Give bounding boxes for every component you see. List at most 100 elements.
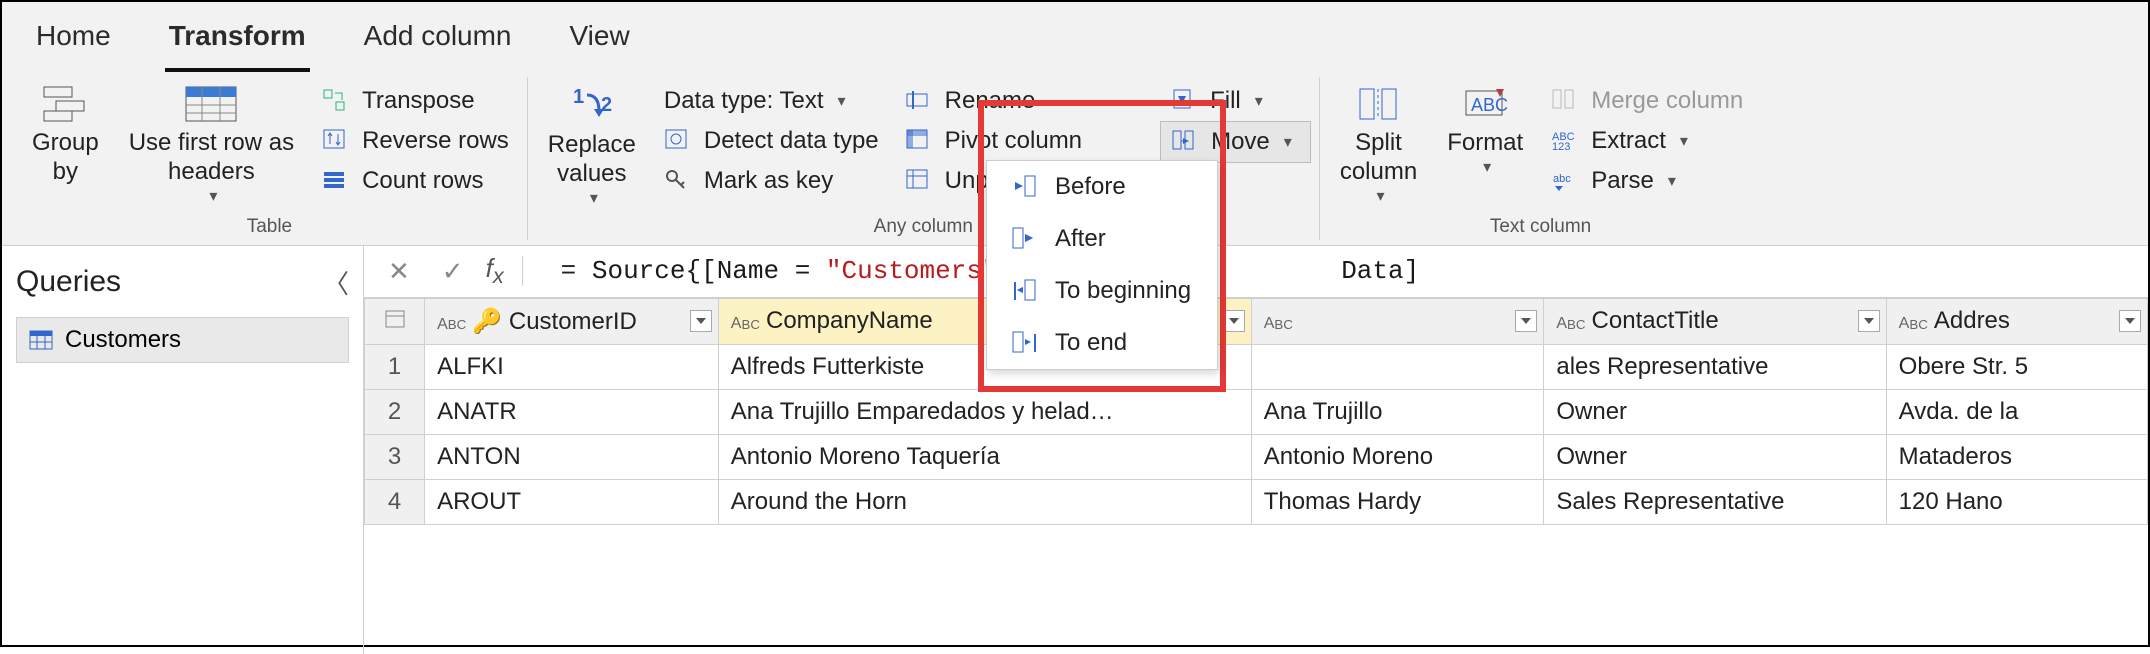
- row-number[interactable]: 4: [365, 479, 425, 524]
- cell[interactable]: Obere Str. 5: [1886, 344, 2147, 389]
- formula-accept-button[interactable]: ✓: [432, 252, 474, 291]
- query-item-customers[interactable]: Customers: [16, 317, 349, 363]
- cell[interactable]: Ana Trujillo Emparedados y helad…: [718, 389, 1251, 434]
- detect-data-type-button[interactable]: Detect data type: [654, 121, 889, 161]
- extract-button[interactable]: ABC123 Extract ▾: [1541, 121, 1753, 161]
- tab-transform[interactable]: Transform: [165, 12, 310, 72]
- pivot-icon: [905, 128, 935, 154]
- unpivot-icon: [905, 168, 935, 194]
- count-rows-icon: [322, 168, 352, 194]
- cell[interactable]: Antonio Moreno: [1251, 434, 1544, 479]
- move-to-end-item[interactable]: To end: [987, 317, 1217, 369]
- fill-button[interactable]: Fill ▾: [1160, 81, 1311, 121]
- move-before-label: Before: [1055, 173, 1126, 201]
- cell[interactable]: Around the Horn: [718, 479, 1251, 524]
- main-area: ✕ ✓ fx = Source{[Name = "Customers", Sig…: [364, 246, 2148, 654]
- group-text-column: Split column ▾ ABC Format ▾ Merge column…: [1320, 77, 1761, 240]
- format-button[interactable]: ABC Format ▾: [1435, 81, 1535, 181]
- column-header[interactable]: ABCContactTitle: [1544, 298, 1886, 344]
- tab-add-column[interactable]: Add column: [360, 12, 516, 72]
- formula-text[interactable]: = Source{[Name = "Customers", Sig Data]: [541, 256, 1420, 286]
- cell[interactable]: Thomas Hardy: [1251, 479, 1544, 524]
- filter-button[interactable]: [690, 310, 712, 332]
- move-button[interactable]: Move ▾: [1160, 121, 1311, 163]
- row-number[interactable]: 2: [365, 389, 425, 434]
- filter-button[interactable]: [1858, 310, 1880, 332]
- cell[interactable]: ALFKI: [425, 344, 719, 389]
- filter-button[interactable]: [1515, 310, 1537, 332]
- reverse-rows-label: Reverse rows: [362, 127, 509, 155]
- chevron-down-icon: ▾: [1376, 187, 1384, 206]
- move-after-item[interactable]: After: [987, 213, 1217, 265]
- group-by-button[interactable]: Group by: [20, 81, 111, 191]
- parse-button[interactable]: abc Parse ▾: [1541, 161, 1753, 201]
- collapse-queries-icon[interactable]: 〈: [323, 264, 349, 301]
- row-number[interactable]: 3: [365, 434, 425, 479]
- tab-home[interactable]: Home: [32, 12, 115, 72]
- parse-label: Parse: [1591, 167, 1654, 195]
- data-type-button[interactable]: Data type: Text ▾: [654, 81, 889, 121]
- merge-columns-button[interactable]: Merge column: [1541, 81, 1753, 121]
- cell[interactable]: Ana Trujillo: [1251, 389, 1544, 434]
- fx-icon[interactable]: fx: [486, 253, 504, 289]
- cell[interactable]: Antonio Moreno Taquería: [718, 434, 1251, 479]
- column-header[interactable]: ABCAddres: [1886, 298, 2147, 344]
- reverse-rows-button[interactable]: Reverse rows: [312, 121, 519, 161]
- formula-p3: Data]: [1341, 256, 1419, 286]
- move-to-beginning-label: To beginning: [1055, 277, 1191, 305]
- formula-p1: Source{[Name =: [592, 256, 826, 286]
- chevron-down-icon: ▾: [1483, 158, 1491, 177]
- mark-as-key-button[interactable]: Mark as key: [654, 161, 889, 201]
- formula-bar: ✕ ✓ fx = Source{[Name = "Customers", Sig…: [364, 246, 2148, 298]
- tab-view[interactable]: View: [566, 12, 634, 72]
- pivot-column-button[interactable]: Pivot column: [895, 121, 1154, 161]
- cell[interactable]: ANATR: [425, 389, 719, 434]
- split-column-button[interactable]: Split column ▾: [1328, 81, 1429, 210]
- column-header[interactable]: ABC🔑 CustomerID: [425, 298, 719, 344]
- corner-cell[interactable]: [365, 298, 425, 344]
- svg-text:ABC: ABC: [1471, 95, 1508, 115]
- replace-values-icon: 12: [569, 85, 615, 125]
- column-name: CompanyName: [766, 307, 933, 334]
- group-by-icon: [42, 85, 88, 123]
- transpose-button[interactable]: Transpose: [312, 81, 519, 121]
- rename-button[interactable]: Rename: [895, 81, 1154, 121]
- cell[interactable]: Mataderos: [1886, 434, 2147, 479]
- table-icon: [29, 330, 53, 350]
- data-grid[interactable]: ABC🔑 CustomerIDABCCompanyNameABCABCConta…: [364, 298, 2148, 654]
- move-to-beginning-item[interactable]: To beginning: [987, 265, 1217, 317]
- use-first-row-button[interactable]: Use first row as headers ▾: [117, 81, 306, 210]
- cell[interactable]: Owner: [1544, 434, 1886, 479]
- detect-data-type-label: Detect data type: [704, 127, 879, 155]
- type-text-icon: ABC: [1264, 315, 1293, 333]
- reverse-rows-icon: [322, 128, 352, 154]
- move-end-icon: [1011, 330, 1039, 356]
- cell[interactable]: Owner: [1544, 389, 1886, 434]
- column-name: Addres: [1934, 307, 2010, 334]
- cell[interactable]: Avda. de la: [1886, 389, 2147, 434]
- column-header[interactable]: ABC: [1251, 298, 1544, 344]
- filter-button[interactable]: [1223, 310, 1245, 332]
- cell[interactable]: Sales Representative: [1544, 479, 1886, 524]
- svg-text:123: 123: [1552, 141, 1570, 152]
- move-before-item[interactable]: Before: [987, 161, 1217, 213]
- table-header-icon: [184, 85, 238, 123]
- queries-pane: Queries 〈 Customers: [2, 246, 364, 654]
- cell[interactable]: ales Representative: [1544, 344, 1886, 389]
- queries-title: Queries: [16, 265, 121, 299]
- group-any-column-label: Any column: [874, 216, 973, 238]
- group-text-column-label: Text column: [1490, 216, 1591, 238]
- cell[interactable]: 120 Hano: [1886, 479, 2147, 524]
- cell[interactable]: AROUT: [425, 479, 719, 524]
- detect-type-icon: [664, 128, 694, 154]
- move-label: Move: [1211, 128, 1270, 156]
- cell[interactable]: ANTON: [425, 434, 719, 479]
- filter-button[interactable]: [2119, 310, 2141, 332]
- fill-icon: [1170, 88, 1200, 114]
- parse-icon: abc: [1551, 168, 1581, 194]
- cell[interactable]: [1251, 344, 1544, 389]
- replace-values-button[interactable]: 12 Replace values ▾: [536, 81, 648, 212]
- row-number[interactable]: 1: [365, 344, 425, 389]
- count-rows-button[interactable]: Count rows: [312, 161, 519, 201]
- formula-cancel-button[interactable]: ✕: [378, 252, 420, 291]
